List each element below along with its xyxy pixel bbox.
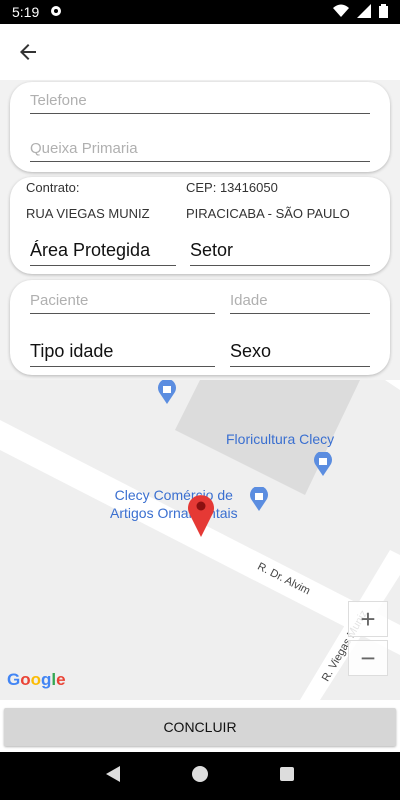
settings-icon [49,4,63,21]
app-bar [0,24,400,80]
wifi-icon [333,4,349,21]
queixa-primaria-field[interactable]: Queixa Primaria [30,140,370,162]
zoom-in-button[interactable]: + [348,601,388,637]
battery-icon [379,3,388,21]
back-arrow-icon[interactable] [16,40,40,64]
status-bar: 5:19 [0,0,400,24]
footer: CONCLUIR [0,700,400,752]
setor-field[interactable]: Setor [190,240,370,266]
map-place-clecy-line2: Artigos Ornamentais [110,505,238,521]
map-place-floricultura[interactable]: Floricultura Clecy [226,430,334,448]
google-logo: Google [7,670,66,689]
street-label: RUA VIEGAS MUNIZ [26,206,150,221]
signal-icon [357,3,371,21]
map-place-clecy-line1: Clecy Comércio de [114,487,233,503]
map-view[interactable]: Floricultura Clecy Clecy Comércio de Art… [0,380,400,700]
paciente-field[interactable]: Paciente [30,292,215,314]
nav-back-icon[interactable] [105,765,121,788]
status-time: 5:19 [12,4,40,20]
tipo-idade-field[interactable]: Tipo idade [30,341,215,367]
conclude-button[interactable]: CONCLUIR [4,708,396,746]
telefone-field[interactable]: Telefone [30,92,370,114]
area-protegida-field[interactable]: Área Protegida [30,240,176,266]
idade-field[interactable]: Idade [230,292,370,314]
cep-label: CEP: 13416050 [186,180,278,195]
address-card: Contrato: CEP: 13416050 RUA VIEGAS MUNIZ… [10,177,390,274]
navigation-bar [0,752,400,800]
map-place-clecy-comercio[interactable]: Clecy Comércio de Artigos Ornamentais [110,486,238,522]
zoom-out-button[interactable]: − [348,640,388,676]
contact-card: Telefone Queixa Primaria [10,82,390,172]
city-label: PIRACICABA - SÃO PAULO [186,206,350,221]
patient-card: Paciente Idade Tipo idade Sexo [10,280,390,375]
sexo-field[interactable]: Sexo [230,341,370,367]
nav-recents-icon[interactable] [279,766,295,787]
contrato-label: Contrato: [26,180,80,195]
nav-home-icon[interactable] [191,765,209,788]
